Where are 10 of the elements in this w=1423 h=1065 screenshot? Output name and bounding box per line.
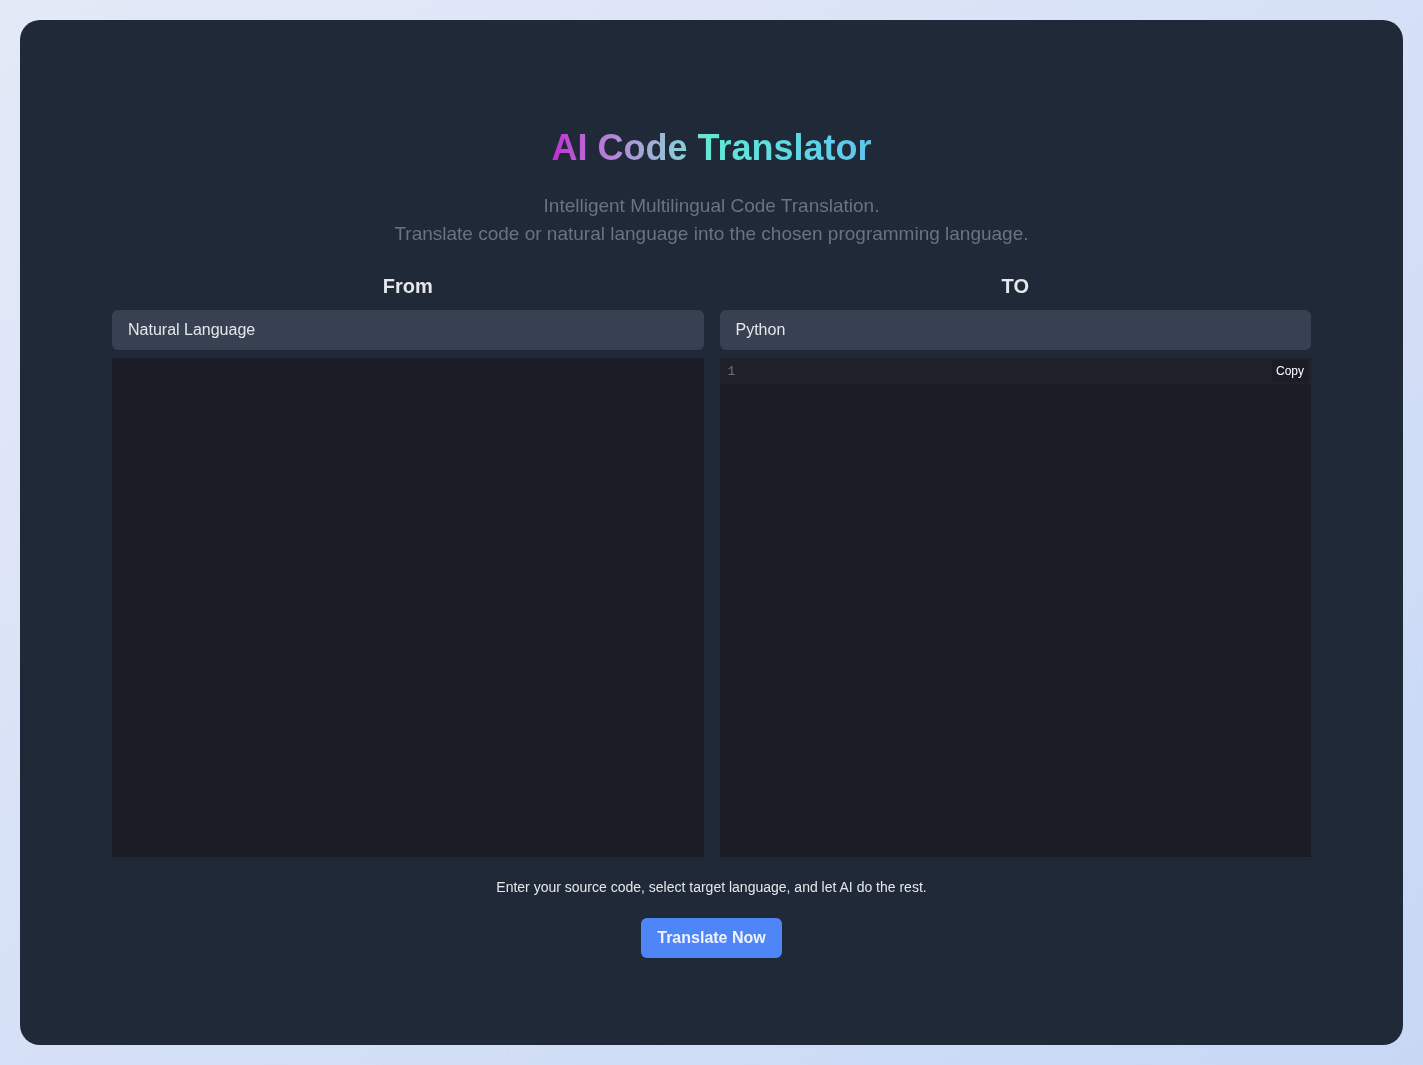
subtitle-line: Intelligent Multilingual Code Translation. xyxy=(543,194,880,218)
language-select[interactable]: Natural Language xyxy=(112,310,704,350)
output-editor[interactable]: 1 Copy xyxy=(719,358,1311,857)
subtitle-line: Translate code or natural language into the chosen programming language. xyxy=(394,222,1029,246)
instruction-text: Enter your source code, select target language, and let AI do the rest. xyxy=(496,878,927,897)
column-heading: TO xyxy=(1000,274,1030,299)
line-number: 1 xyxy=(727,363,736,381)
language-select[interactable]: Python xyxy=(719,310,1311,350)
copy-button[interactable]: Copy xyxy=(1272,360,1308,382)
column-heading: From xyxy=(381,274,434,299)
